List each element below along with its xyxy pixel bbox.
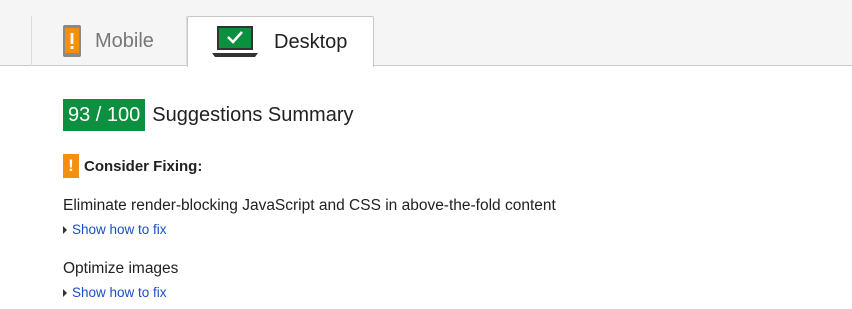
consider-fixing-label: Consider Fixing: <box>84 157 203 175</box>
summary-title: Suggestions Summary <box>152 103 354 126</box>
expand-triangle-icon <box>63 225 67 234</box>
show-how-to-fix-label: Show how to fix <box>72 285 167 300</box>
summary-header: 93 / 100 Suggestions Summary <box>63 99 852 131</box>
expand-triangle-icon <box>63 288 67 297</box>
warning-exclamation-icon: ! <box>63 154 79 178</box>
rule-item: Eliminate render-blocking JavaScript and… <box>63 197 852 237</box>
show-how-to-fix-link[interactable]: Show how to fix <box>63 285 852 300</box>
tab-desktop-label: Desktop <box>274 30 348 53</box>
rule-title: Optimize images <box>63 260 179 277</box>
results-panel: 93 / 100 Suggestions Summary ! Consider … <box>63 99 852 300</box>
rule-title: Eliminate render-blocking JavaScript and… <box>63 197 556 214</box>
score-badge: 93 / 100 <box>63 99 146 131</box>
laptop-check-icon <box>212 26 258 57</box>
mobile-phone-warning-icon <box>63 25 81 57</box>
device-tab-bar: Mobile Desktop <box>0 0 852 67</box>
tab-desktop[interactable]: Desktop <box>187 16 374 67</box>
rule-item: Optimize images Show how to fix <box>63 260 852 300</box>
show-how-to-fix-link[interactable]: Show how to fix <box>63 222 852 237</box>
show-how-to-fix-label: Show how to fix <box>72 222 167 237</box>
tab-mobile-label: Mobile <box>95 29 154 52</box>
tab-mobile[interactable]: Mobile <box>31 16 187 66</box>
consider-fixing-header: ! Consider Fixing: <box>63 154 852 178</box>
